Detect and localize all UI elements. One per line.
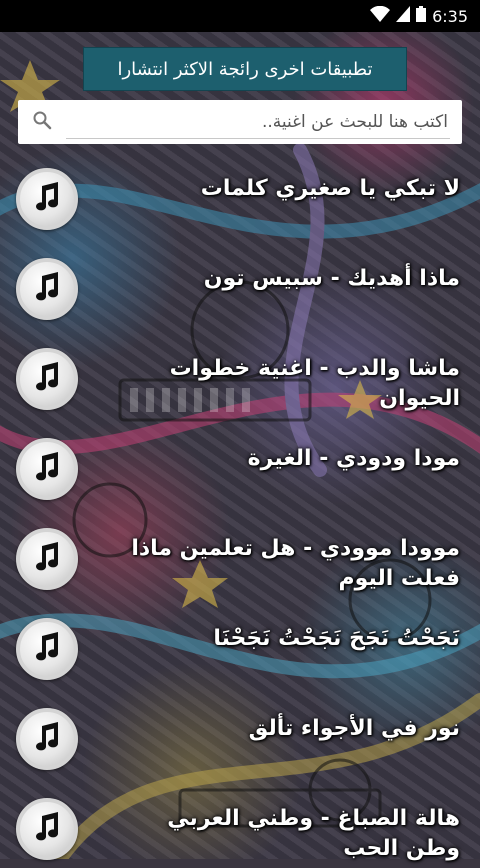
play-button[interactable]: [16, 798, 78, 860]
song-title: مودا ودودي - الغيرة: [247, 446, 460, 471]
list-item[interactable]: ماذا أهديك - سبيس تون: [0, 238, 480, 328]
status-icons: 6:35: [370, 5, 468, 26]
music-note-icon: [30, 450, 64, 488]
list-item[interactable]: موودا موودي - هل تعلمين ماذا فعلت اليوم: [0, 508, 480, 598]
song-title: هالة الصباغ - وطني العربي وطن الحب: [167, 806, 460, 861]
search-bar: [18, 100, 462, 144]
list-item[interactable]: هالة الصباغ - وطني العربي وطن الحب: [0, 778, 480, 868]
music-note-icon: [30, 810, 64, 848]
search-input[interactable]: [66, 105, 450, 139]
wifi-icon: [370, 5, 391, 26]
list-item[interactable]: لا تبكي يا صغيري كلمات: [0, 148, 480, 238]
status-bar: 6:35: [0, 0, 480, 32]
list-item[interactable]: مودا ودودي - الغيرة: [0, 418, 480, 508]
song-title: نَجَحْتُ نَجَحَ نَجَحْتُ نَجَحْنَا: [213, 626, 460, 651]
status-time: 6:35: [432, 6, 468, 26]
song-title: ماشا والدب - اغنية خطوات الحيوان: [169, 356, 460, 411]
signal-icon: [396, 6, 411, 26]
play-button[interactable]: [16, 258, 78, 320]
list-item[interactable]: نور في الأجواء تألق: [0, 688, 480, 778]
music-note-icon: [30, 720, 64, 758]
play-button[interactable]: [16, 348, 78, 410]
music-note-icon: [30, 540, 64, 578]
song-list: لا تبكي يا صغيري كلمات ماذا أهديك - سبيس…: [0, 148, 480, 868]
play-button[interactable]: [16, 168, 78, 230]
music-note-icon: [30, 630, 64, 668]
song-title: نور في الأجواء تألق: [248, 716, 460, 741]
play-button[interactable]: [16, 618, 78, 680]
song-title: لا تبكي يا صغيري كلمات: [200, 176, 460, 201]
music-note-icon: [30, 270, 64, 308]
list-item[interactable]: ماشا والدب - اغنية خطوات الحيوان: [0, 328, 480, 418]
song-title: ماذا أهديك - سبيس تون: [203, 266, 460, 291]
other-apps-banner-button[interactable]: تطبيقات اخرى رائجة الاكثر انتشارا: [83, 47, 407, 91]
play-button[interactable]: [16, 708, 78, 770]
play-button[interactable]: [16, 528, 78, 590]
battery-icon: [416, 6, 427, 26]
song-title: موودا موودي - هل تعلمين ماذا فعلت اليوم: [131, 536, 460, 591]
music-note-icon: [30, 180, 64, 218]
music-note-icon: [30, 360, 64, 398]
search-icon[interactable]: [32, 110, 52, 134]
banner-label: تطبيقات اخرى رائجة الاكثر انتشارا: [117, 58, 373, 80]
play-button[interactable]: [16, 438, 78, 500]
list-item[interactable]: نَجَحْتُ نَجَحَ نَجَحْتُ نَجَحْنَا: [0, 598, 480, 688]
